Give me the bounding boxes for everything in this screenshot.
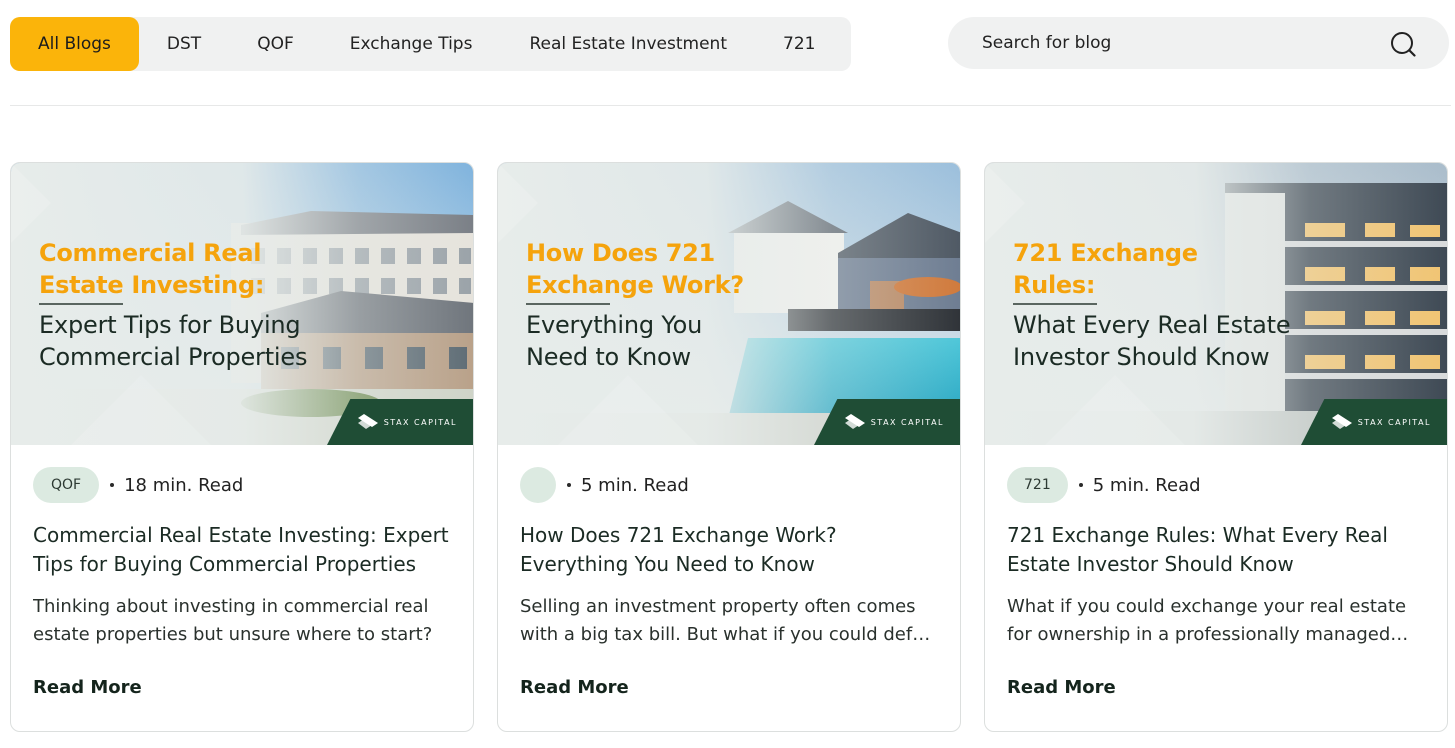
stax-logo-icon xyxy=(844,414,865,429)
stax-logo-icon xyxy=(357,414,378,429)
card-meta: 5 min. Read xyxy=(520,467,689,503)
brand-badge: STAX CAPITAL xyxy=(814,399,960,445)
banner-headline: 721 Exchange Rules: xyxy=(1013,239,1198,299)
blog-card[interactable]: How Does 721 Exchange Work? Everything Y… xyxy=(497,162,961,732)
read-more-link[interactable]: Read More xyxy=(520,677,629,698)
tab-dst[interactable]: DST xyxy=(167,17,201,71)
brand-badge: STAX CAPITAL xyxy=(327,399,473,445)
brand-name: STAX CAPITAL xyxy=(383,417,457,427)
tab-qof[interactable]: QOF xyxy=(257,17,294,71)
read-time: 5 min. Read xyxy=(1092,474,1201,496)
category-tag[interactable]: QOF xyxy=(33,467,100,503)
banner-headline: Commercial Real Estate Investing: xyxy=(39,239,265,299)
blog-card[interactable]: 721 Exchange Rules: What Every Real Esta… xyxy=(984,162,1448,732)
banner-headline: How Does 721 Exchange Work? xyxy=(526,239,744,299)
banner-divider xyxy=(1013,303,1097,305)
brand-name: STAX CAPITAL xyxy=(1357,417,1431,427)
blog-card[interactable]: Commercial Real Estate Investing: Expert… xyxy=(10,162,474,732)
banner-subheadline: Everything You Need to Know xyxy=(526,311,703,371)
banner-subheadline: Expert Tips for Buying Commercial Proper… xyxy=(39,311,308,371)
banner-divider xyxy=(526,303,610,305)
card-excerpt: Selling an investment property often com… xyxy=(520,596,931,645)
banner-divider xyxy=(39,303,123,305)
category-tag[interactable] xyxy=(520,467,556,503)
read-time: 5 min. Read xyxy=(581,474,689,496)
read-time: 18 min. Read xyxy=(124,474,244,496)
blog-search xyxy=(948,17,1449,69)
card-banner-image[interactable]: Commercial Real Estate Investing: Expert… xyxy=(11,163,473,445)
tab-real-estate-investment[interactable]: Real Estate Investment xyxy=(529,17,727,71)
brand-badge: STAX CAPITAL xyxy=(1301,399,1447,445)
stax-logo-icon xyxy=(1331,414,1352,429)
brand-name: STAX CAPITAL xyxy=(870,417,944,427)
search-input[interactable] xyxy=(982,33,1362,53)
card-banner-image[interactable]: 721 Exchange Rules: What Every Real Esta… xyxy=(985,163,1447,445)
read-more-link[interactable]: Read More xyxy=(33,677,142,698)
tab-exchange-tips[interactable]: Exchange Tips xyxy=(350,17,473,71)
tab-721[interactable]: 721 xyxy=(783,17,815,71)
tab-all-blogs[interactable]: All Blogs xyxy=(10,17,139,71)
card-title[interactable]: How Does 721 Exchange Work? Everything Y… xyxy=(520,521,940,579)
header-divider xyxy=(10,105,1451,106)
separator-dot xyxy=(567,483,571,487)
card-title[interactable]: Commercial Real Estate Investing: Expert… xyxy=(33,521,453,579)
read-more-link[interactable]: Read More xyxy=(1007,677,1116,698)
banner-subheadline: What Every Real Estate Investor Should K… xyxy=(1013,311,1291,371)
card-title[interactable]: 721 Exchange Rules: What Every Real Esta… xyxy=(1007,521,1427,579)
card-meta: QOF 18 min. Read xyxy=(33,467,243,503)
separator-dot xyxy=(110,483,115,487)
category-tag[interactable]: 721 xyxy=(1007,467,1068,503)
card-banner-image[interactable]: How Does 721 Exchange Work? Everything Y… xyxy=(498,163,960,445)
card-excerpt: Thinking about investing in commercial r… xyxy=(33,596,433,645)
search-icon[interactable] xyxy=(1390,31,1416,57)
card-meta: 721 5 min. Read xyxy=(1007,467,1201,503)
separator-dot xyxy=(1078,483,1083,487)
category-tabs: All Blogs DST QOF Exchange Tips Real Est… xyxy=(10,17,851,71)
card-excerpt: What if you could exchange your real est… xyxy=(1007,596,1407,645)
